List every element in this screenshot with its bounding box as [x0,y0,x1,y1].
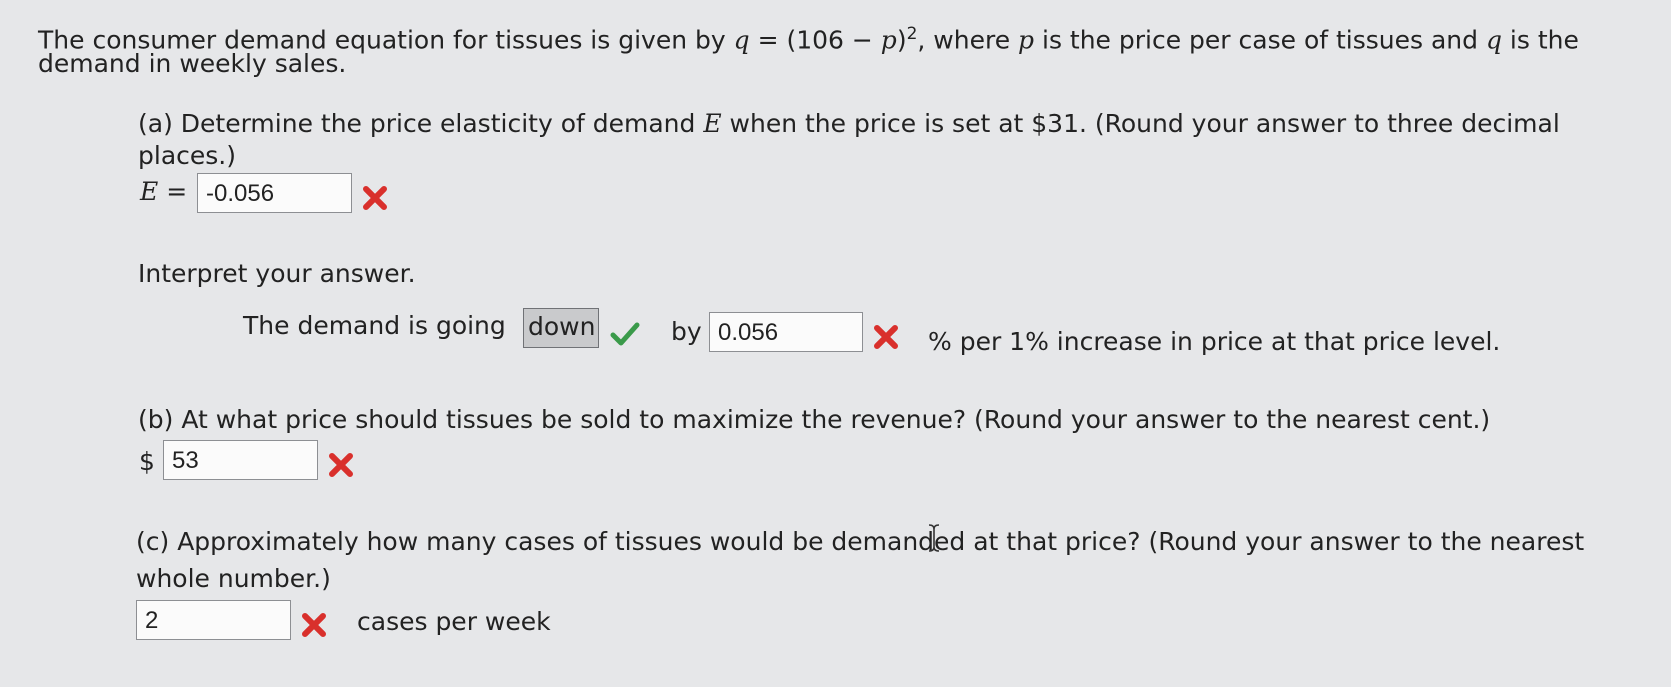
part-a-text: when the price is set at $31. (Round you… [721,109,1560,138]
incorrect-icon [329,453,353,477]
part-b-answer-input[interactable]: 53 [163,440,318,480]
incorrect-icon [874,325,898,349]
var-q: q [733,25,750,55]
part-c-answer-input[interactable]: 2 [136,600,291,640]
exponent: 2 [906,24,918,44]
interpret-by-label: by [671,317,702,346]
part-a-equation-label: E = [140,176,187,208]
correct-check-icon [610,322,640,346]
incorrect-icon [302,613,326,637]
interpret-sentence-end: % per 1% increase in price at that price… [928,327,1501,356]
intro-text: = (106 − [749,25,881,55]
direction-dropdown[interactable]: down [523,308,599,348]
part-b-question: (b) At what price should tissues be sold… [138,405,1491,434]
incorrect-icon [363,186,387,210]
part-c-question-line2: whole number.) [136,564,331,593]
intro-text: , where [917,25,1019,55]
interpret-heading: Interpret your answer. [138,259,416,288]
part-a-question-line2: places.) [138,141,236,170]
var-e: E [703,109,722,138]
var-p: p [1018,25,1035,55]
var-q: q [1485,25,1502,55]
interpret-percent-input[interactable]: 0.056 [709,312,863,352]
part-a-question-line1: (a) Determine the price elasticity of de… [138,108,1560,140]
part-c-unit-label: cases per week [357,607,551,636]
intro-text: is the [1501,25,1579,55]
intro-text: is the price per case of tissues and [1034,25,1486,55]
part-a-answer-input[interactable]: -0.056 [197,173,352,213]
part-a-text: (a) Determine the price elasticity of de… [138,109,704,138]
interpret-sentence-start: The demand is going [243,311,506,340]
problem-intro-line2: demand in weekly sales. [38,49,347,78]
equals-sign: = [158,177,188,206]
intro-text: ) [896,25,907,55]
var-p: p [880,25,897,55]
var-e: E [140,177,159,206]
currency-symbol: $ [139,447,155,476]
text-cursor-icon [928,524,940,552]
part-c-question-line1: (c) Approximately how many cases of tiss… [136,527,1585,556]
